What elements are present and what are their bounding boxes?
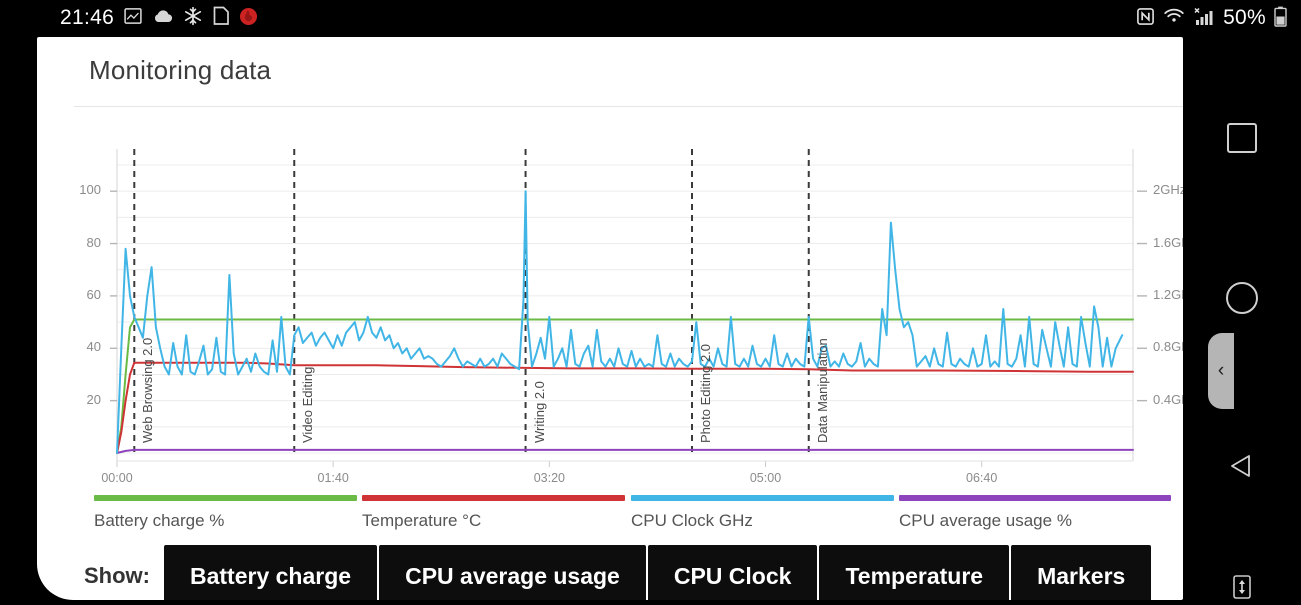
status-bar-right: 50% [1136, 0, 1287, 36]
x-axis-tick-label: 00:00 [101, 471, 133, 485]
battery-percent-label: 50% [1223, 6, 1266, 29]
y2-axis-tick-label: 1.6GHz [1153, 234, 1183, 250]
show-button-markers[interactable]: Markers [1011, 545, 1152, 600]
system-nav-bar [1183, 36, 1301, 600]
chart-marker-label: Web Browsing 2.0 [140, 337, 156, 443]
rotate-screen-button[interactable] [1231, 574, 1253, 602]
back-triangle-icon [1227, 451, 1257, 486]
chart-marker-label: Writing 2.0 [531, 381, 547, 443]
show-buttons: Battery charge CPU average usage CPU Clock… [164, 545, 1152, 600]
legend-color-swatch [899, 495, 1171, 501]
status-bar-left: 21:46 [60, 0, 258, 36]
y-axis-tick-label: 80 [86, 234, 101, 250]
y-axis-tick-label: 20 [86, 391, 101, 407]
wifi-icon [1163, 7, 1185, 29]
phone-screen: 21:46 50% ‹ Monitoring data 20 40 60 80 … [0, 0, 1301, 600]
x-axis-tick-label: 01:40 [317, 471, 349, 485]
cloud-icon [152, 7, 174, 29]
show-button-cpu-clock[interactable]: CPU Clock [647, 545, 818, 600]
chart-marker-label: Photo Editing 2.0 [698, 343, 713, 443]
status-bar: 21:46 50% [0, 0, 1301, 36]
signal-bars-icon [1193, 7, 1215, 30]
photos-icon [123, 6, 143, 30]
legend-label: CPU Clock GHz [631, 511, 753, 530]
legend-item: CPU average usage % [899, 495, 1171, 531]
legend-color-swatch [631, 495, 894, 501]
chart-marker-label: Video Editing [300, 366, 316, 443]
recents-button[interactable] [1225, 121, 1259, 155]
legend-label: CPU average usage % [899, 511, 1072, 530]
home-circle-icon [1226, 282, 1258, 314]
title-divider [74, 106, 1183, 107]
show-toggle-row: Show: Battery charge CPU average usage CPU… [37, 545, 1183, 600]
y-axis-tick-label: 100 [79, 182, 101, 198]
status-bar-clock: 21:46 [60, 6, 115, 29]
show-label: Show: [84, 563, 150, 588]
back-button[interactable] [1225, 451, 1259, 485]
x-axis-tick-label: 03:20 [533, 471, 565, 485]
show-button-cpu-average-usage[interactable]: CPU average usage [379, 545, 646, 600]
show-button-temperature[interactable]: Temperature [819, 545, 1010, 600]
legend-item: Temperature °C [362, 495, 625, 531]
monitoring-card: Monitoring data 20 40 60 80 100 0.4GHz 0.8GHz 1… [37, 37, 1183, 600]
y2-axis-tick-label: 1.2GHz [1153, 286, 1183, 302]
legend-item: CPU Clock GHz [631, 495, 894, 531]
chart-svg [110, 149, 1147, 467]
document-icon [212, 6, 230, 30]
x-axis-tick-label: 06:40 [966, 471, 998, 485]
battery-icon [1274, 6, 1287, 31]
y2-axis-tick-label: 2GHz [1153, 182, 1183, 198]
y2-axis-tick-label: 0.4GHz [1153, 391, 1183, 407]
legend-color-swatch [94, 495, 357, 501]
legend-label: Battery charge % [94, 511, 225, 530]
legend-label: Temperature °C [362, 511, 482, 530]
x-axis-tick-label: 05:00 [749, 471, 782, 485]
snowflake-icon [183, 6, 203, 30]
edge-panel-handle[interactable]: ‹ [1208, 333, 1234, 409]
monitoring-chart: 20 40 60 80 100 0.4GHz 0.8GHz 1.2GHz 1.6GHz 2GHz 0… [37, 123, 1183, 493]
legend-item: Battery charge % [94, 495, 357, 531]
show-button-battery-charge[interactable]: Battery charge [164, 545, 378, 600]
chart-legend: Battery charge % Temperature °C CPU Clock … [37, 495, 1183, 543]
y-axis-tick-label: 60 [86, 286, 101, 302]
legend-color-swatch [362, 495, 625, 501]
y2-axis-tick-label: 0.8GHz [1153, 339, 1183, 355]
home-button[interactable] [1225, 281, 1259, 315]
recents-square-icon [1227, 123, 1257, 153]
fire-icon [239, 7, 258, 30]
y-axis-tick-label: 40 [86, 339, 101, 355]
page-title: Monitoring data [89, 55, 272, 85]
nfc-icon [1136, 7, 1155, 30]
chart-marker-label: Data Manipulation [814, 338, 830, 443]
